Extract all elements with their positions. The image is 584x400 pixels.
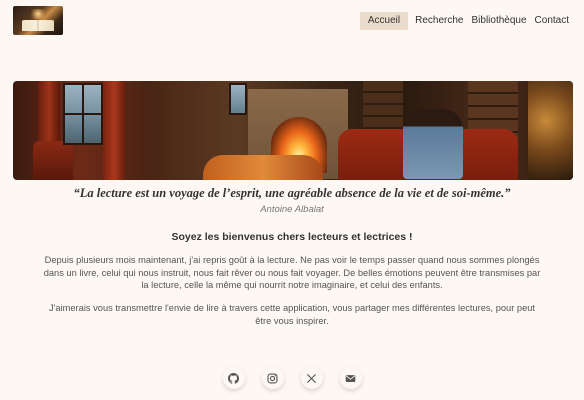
main-nav: Accueil Recherche Bibliothèque Contact <box>359 12 573 30</box>
nav-item-recherche[interactable]: Recherche <box>411 12 467 30</box>
social-links <box>0 367 584 389</box>
hero-reader <box>403 109 463 179</box>
github-link[interactable] <box>222 367 245 389</box>
quote-text: “La lecture est un voyage de l’esprit, u… <box>73 186 511 200</box>
x-twitter-icon <box>306 373 317 383</box>
nav-item-contact[interactable]: Contact <box>531 12 573 30</box>
hero-tree <box>528 81 573 180</box>
x-twitter-link[interactable] <box>300 367 323 389</box>
logo[interactable] <box>13 6 63 35</box>
hero-rug <box>203 155 323 180</box>
hero-window <box>63 83 103 145</box>
envelope-icon <box>345 374 356 382</box>
nav-item-accueil[interactable]: Accueil <box>359 12 409 30</box>
quote-author: Antoine Albalat <box>260 204 324 215</box>
intro-paragraph-2: J'aimerais vous transmettre l'envie de l… <box>48 303 536 326</box>
hero-armchair <box>33 141 73 180</box>
instagram-icon <box>267 372 278 384</box>
header: Accueil Recherche Bibliothèque Contact <box>0 0 584 40</box>
intro-paragraph: Depuis plusieurs mois maintenant, j'ai r… <box>43 255 541 291</box>
hero-curtain <box>103 81 125 180</box>
instagram-link[interactable] <box>261 367 284 389</box>
email-link[interactable] <box>339 367 362 389</box>
welcome-heading: Soyez les bienvenus chers lecteurs et le… <box>171 231 413 243</box>
github-icon <box>228 372 239 384</box>
hero-window-small <box>229 83 247 115</box>
hero-image <box>13 81 573 180</box>
nav-item-bibliotheque[interactable]: Bibliothèque <box>467 12 530 30</box>
logo-glow <box>31 9 45 19</box>
logo-book <box>22 20 54 31</box>
